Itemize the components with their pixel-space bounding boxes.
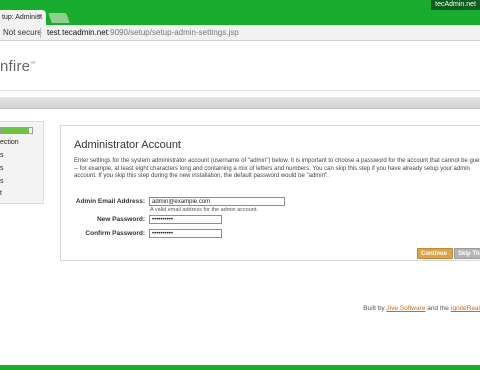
ignite-realtime-link[interactable]: IgniteReal <box>451 305 480 312</box>
logo-trademark: ™ <box>30 61 36 67</box>
email-label: Admin Email Address: <box>75 198 145 205</box>
address-bar[interactable]: Not secure test.tecadmin.net:9090/setup/… <box>0 25 480 41</box>
continue-button[interactable]: Continue <box>417 248 453 259</box>
profile-badge[interactable]: tecAdmin.net <box>431 0 480 10</box>
footer-prefix: Built by <box>363 305 387 312</box>
url-text[interactable]: test.tecadmin.net:9090/setup/setup-admin… <box>47 25 239 41</box>
sidebar-item-connection[interactable]: ection <box>0 139 19 146</box>
page-title: Administrator Account <box>74 139 181 151</box>
admin-email-input[interactable] <box>149 197 285 206</box>
url-host: test.tecadmin.net <box>47 28 108 37</box>
new-tab-button[interactable] <box>48 13 70 23</box>
openfire-logo: nfire™ <box>0 58 35 75</box>
page-description: Enter settings for the system administra… <box>74 158 480 179</box>
browser-tab-bar: tup: Administ × tecAdmin.net <box>0 0 480 25</box>
logo-text: nfire <box>0 58 31 75</box>
footer-middle: and the <box>425 305 451 312</box>
setup-sidebar: ection s s s t <box>0 121 44 204</box>
sidebar-item-4[interactable]: s <box>0 178 4 185</box>
footer: Built by Jive Software and the IgniteRea… <box>363 305 480 312</box>
url-path: :9090/setup/setup-admin-settings.jsp <box>107 28 239 37</box>
admin-account-panel: Administrator Account Enter settings for… <box>60 125 480 261</box>
header-divider <box>0 90 480 91</box>
confirm-password-label: Confirm Password: <box>85 230 145 237</box>
new-password-label: New Password: <box>96 216 145 223</box>
nav-bar <box>0 97 480 109</box>
sidebar-item-2[interactable]: s <box>0 152 4 159</box>
sidebar-item-5[interactable]: t <box>0 190 2 197</box>
new-password-input[interactable] <box>149 215 222 224</box>
jive-software-link[interactable]: Jive Software <box>386 305 425 312</box>
sidebar-item-3[interactable]: s <box>0 165 4 172</box>
confirm-password-input[interactable] <box>149 229 222 238</box>
close-icon[interactable]: × <box>37 11 41 23</box>
not-secure-indicator[interactable]: Not secure <box>3 25 42 41</box>
progress-fill <box>1 128 29 133</box>
address-divider <box>40 28 41 38</box>
window-bottom-border <box>0 365 480 370</box>
email-hint: A valid email address for the admin acco… <box>150 207 258 213</box>
skip-button[interactable]: Skip Th <box>454 248 480 259</box>
setup-progress-bar <box>0 127 33 134</box>
